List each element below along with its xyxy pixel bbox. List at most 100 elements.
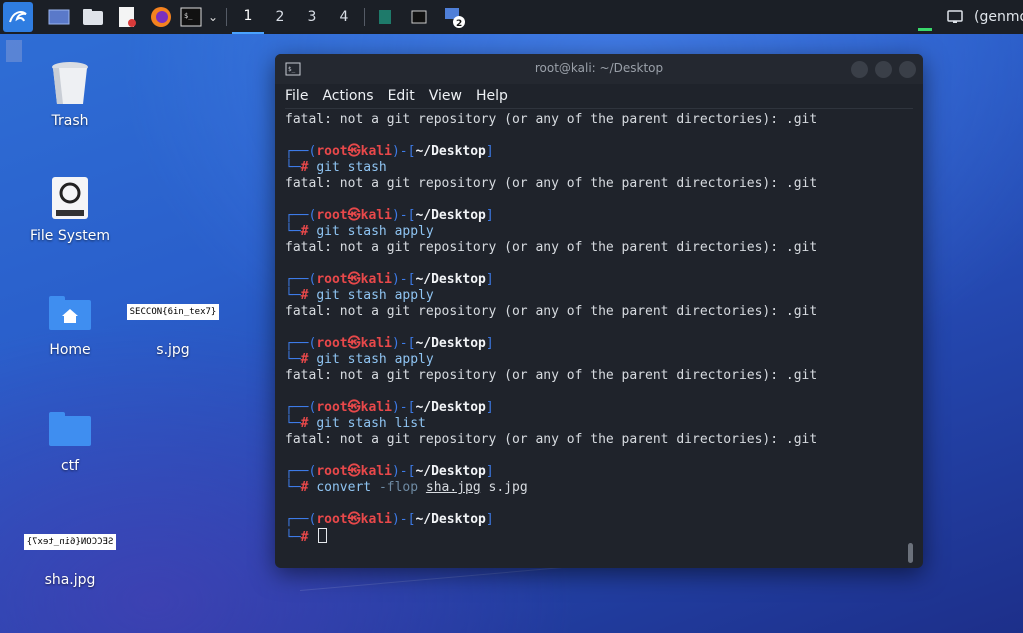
prompt-host: kali [360,144,392,159]
maximize-button[interactable] [875,61,892,78]
taskbar-divider [364,8,365,26]
minimize-button[interactable] [851,61,868,78]
launcher-dropdown[interactable]: ⌄ [206,4,220,30]
prompt-line: ┌──(root㉿kali)-[~/Desktop] [285,464,494,479]
terminal-launcher[interactable]: $_ [179,4,203,30]
text-cursor [318,528,328,543]
workspace-4[interactable]: 4 [328,0,360,34]
terminal-window[interactable]: $_ root@kali: ~/Desktop File Actions Edi… [275,54,923,568]
command-arg-output: s.jpg [488,480,528,495]
terminal-scrollbar[interactable] [908,543,913,563]
desktop-icon-filesystem[interactable]: File System [20,176,120,244]
trash-icon [52,62,88,104]
prompt-user: root [316,336,348,351]
kali-menu-button[interactable] [3,2,33,32]
window-button-app[interactable] [373,4,397,30]
command-line: └─# git stash [285,160,387,175]
prompt-user: root [316,144,348,159]
output-line: fatal: not a git repository (or any of t… [285,432,818,447]
desktop-icon-ctf[interactable]: ctf [20,410,120,474]
desktop-sidebar-file-icon [6,40,22,62]
folder-icon [83,9,103,25]
command-arg-file: sha.jpg [425,480,481,495]
menu-actions[interactable]: Actions [322,88,373,104]
text-editor-icon [119,7,136,27]
desktop-icon-home[interactable]: Home [20,294,120,358]
network-indicator-icon [918,28,932,31]
image-thumbnail: SECCON{6in_tex7} [127,304,219,320]
user-label[interactable]: (genmo [974,9,1023,25]
prompt-host: kali [360,464,392,479]
prompt-host: kali [360,272,392,287]
terminal-titlebar[interactable]: $_ root@kali: ~/Desktop [275,54,923,84]
kali-dragon-icon [9,11,27,23]
tray-area: (genmo [946,0,1023,34]
app-window-icon [379,10,391,24]
text-editor-launcher[interactable] [114,4,140,30]
desktop-icon-label: s.jpg [156,342,190,358]
command-text: git stash apply [316,352,434,367]
workspace-2[interactable]: 2 [264,0,296,34]
command-line: └─# git stash list [285,416,426,431]
desktop-icon-label: ctf [60,458,80,474]
close-button[interactable] [899,61,916,78]
menu-divider [285,108,913,109]
menu-edit[interactable]: Edit [388,88,415,104]
command-text: git stash list [316,416,426,431]
menu-view[interactable]: View [429,88,462,104]
window-title: root@kali: ~/Desktop [534,61,664,75]
output-line: fatal: not a git repository (or any of t… [285,176,818,191]
active-command-line[interactable]: └─# [285,528,905,545]
display-icon[interactable] [946,9,964,25]
home-folder-icon [49,296,91,330]
output-line: fatal: not a git repository (or any of t… [285,240,818,255]
firefox-launcher[interactable] [148,4,174,30]
prompt-path: ~/Desktop [415,272,486,287]
menu-file[interactable]: File [285,88,308,104]
output-line: fatal: not a git repository (or any of t… [285,304,818,319]
prompt-path: ~/Desktop [415,208,486,223]
taskbar: $_ ⌄ 1 2 3 4 2 (genmo [0,0,1023,34]
prompt-line: ┌──(root㉿kali)-[~/Desktop] [285,144,494,159]
menu-help[interactable]: Help [476,88,508,104]
notification-badge: 2 [456,19,462,29]
desktop-icon-label: Home [49,342,91,358]
prompt-symbol: # [300,480,309,495]
desktop-icon-trash[interactable]: Trash [20,60,120,129]
command-text: git stash apply [316,288,434,303]
prompt-host: kali [360,400,392,415]
desktop-icon-s-jpg[interactable]: SECCON{6in_tex7} s.jpg [123,304,223,358]
output-line: fatal: not a git repository (or any of t… [285,368,818,383]
prompt-user: root [316,272,348,287]
prompt-path: ~/Desktop [415,464,486,479]
terminal-output[interactable]: fatal: not a git repository (or any of t… [285,112,905,562]
command-flag: -flop [378,480,419,495]
command-line: └─# git stash apply [285,288,434,303]
command-line: └─# git stash apply [285,224,434,239]
file-manager-launcher[interactable] [80,4,106,30]
prompt-line: ┌──(root㉿kali)-[~/Desktop] [285,272,494,287]
show-desktop-button[interactable] [46,4,72,30]
window-button-terminal[interactable] [407,4,431,30]
command-text: git stash apply [316,224,434,239]
workspace-3[interactable]: 3 [296,0,328,34]
desktop-icon-sha-jpg[interactable]: SECCON{6in_tex7} sha.jpg [20,534,120,588]
drive-icon [52,177,88,219]
image-thumbnail-mirrored: SECCON{6in_tex7} [24,534,116,550]
taskbar-divider [226,8,227,26]
output-line: fatal: not a git repository (or any of t… [285,112,818,127]
prompt-user: root [316,512,348,527]
command-line: └─# git stash apply [285,352,434,367]
prompt-host: kali [360,208,392,223]
prompt-line: ┌──(root㉿kali)-[~/Desktop] [285,400,494,415]
prompt-path: ~/Desktop [415,512,486,527]
window-group-button[interactable]: 2 [442,4,468,30]
desktop-icon [48,9,70,25]
prompt-host: kali [360,512,392,527]
prompt-line: ┌──(root㉿kali)-[~/Desktop] [285,336,494,351]
workspace-1[interactable]: 1 [232,0,264,34]
terminal-icon [411,10,427,24]
